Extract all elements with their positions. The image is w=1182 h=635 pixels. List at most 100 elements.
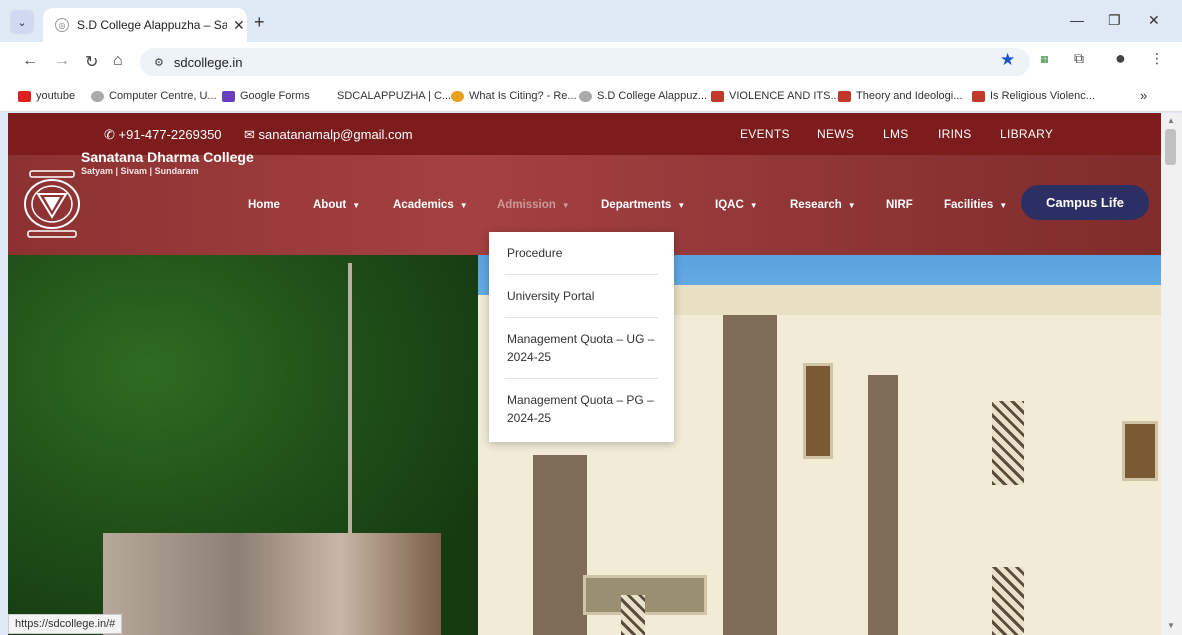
nav-label: IQAC [715, 199, 744, 211]
minimize-icon[interactable]: — [1070, 12, 1084, 28]
window-close-icon[interactable]: ✕ [1148, 12, 1160, 29]
campus-life-button[interactable]: Campus Life [1021, 185, 1149, 220]
nav-about[interactable]: About ▼ [313, 199, 360, 211]
restore-icon[interactable]: ❐ [1108, 12, 1121, 29]
top-link-library[interactable]: LIBRARY [1000, 127, 1053, 141]
nav-academics[interactable]: Academics ▼ [393, 199, 468, 211]
new-tab-plus-icon[interactable]: + [254, 12, 265, 33]
nav-label: Academics [393, 199, 454, 211]
bookmark-item[interactable]: SDCALAPPUZHA | C... [337, 90, 451, 102]
nav-research[interactable]: Research ▼ [790, 199, 856, 211]
scroll-down-arrow-icon[interactable]: ▼ [1167, 621, 1175, 630]
bookmark-item[interactable]: Computer Centre, U... [91, 90, 217, 102]
seal-favicon-icon [91, 90, 104, 102]
event-photo [103, 533, 441, 635]
bookmark-star-icon[interactable]: ★ [1000, 50, 1015, 70]
document-favicon-icon [711, 90, 724, 102]
scroll-up-arrow-icon[interactable]: ▲ [1167, 116, 1175, 125]
nav-facilities[interactable]: Facilities ▼ [944, 199, 1007, 211]
browser-menu-icon[interactable]: ⋮ [1150, 50, 1164, 67]
bookmark-item[interactable]: VIOLENCE AND ITS... [711, 90, 840, 102]
google-forms-icon [222, 90, 235, 102]
extensions-puzzle-icon[interactable]: ⧉ [1074, 50, 1084, 67]
menu-item-management-quota-ug[interactable]: Management Quota – UG – 2024-25 [505, 318, 658, 379]
phone-number: +91-477-2269350 [118, 127, 222, 142]
menu-item-management-quota-pg[interactable]: Management Quota – PG – 2024-25 [505, 379, 658, 439]
building-window [803, 363, 833, 459]
document-favicon-icon [838, 90, 851, 102]
site-info-tune-icon[interactable]: ⚙ [154, 56, 164, 69]
profile-avatar-icon[interactable]: ● [1115, 48, 1126, 69]
bookmark-label: Theory and Ideologi... [856, 90, 963, 102]
page-scrollbar[interactable]: ▲ ▼ [1161, 113, 1182, 635]
nav-label: About [313, 199, 347, 211]
bookmark-item[interactable]: Google Forms [222, 90, 310, 102]
college-name[interactable]: Sanatana Dharma College [81, 149, 254, 165]
bookmark-label: S.D College Alappuz... [597, 90, 708, 102]
nav-label: Facilities [944, 199, 994, 211]
bookmark-label: SDCALAPPUZHA | C... [337, 90, 452, 102]
bookmark-label: Google Forms [240, 90, 310, 102]
college-tagline: Satyam | Sivam | Sundaram [81, 166, 199, 176]
bookmark-item[interactable]: What Is Citing? - Re... [451, 90, 577, 102]
home-icon[interactable]: ⌂ [113, 52, 123, 70]
reload-icon[interactable]: ↻ [85, 52, 98, 72]
caret-down-icon: ▼ [352, 201, 361, 210]
top-link-news[interactable]: NEWS [817, 127, 854, 141]
top-link-lms[interactable]: LMS [883, 127, 909, 141]
mail-icon: ✉ [244, 127, 259, 142]
browser-tab-strip: ⌄ ◎ S.D College Alappuzha – Satyam ✕ + —… [0, 0, 1182, 42]
phone-icon: ✆ [104, 127, 119, 142]
nav-label: Research [790, 199, 842, 211]
lattice-window [992, 401, 1024, 485]
nav-label: Departments [601, 199, 672, 211]
bookmark-item[interactable]: Theory and Ideologi... [838, 90, 962, 102]
back-arrow-icon[interactable]: ← [22, 52, 38, 70]
caret-down-icon: ▼ [749, 201, 758, 210]
email-address: sanatanamalp@gmail.com [258, 127, 413, 142]
email-contact[interactable]: ✉ sanatanamalp@gmail.com [244, 127, 413, 143]
bookmarks-overflow-icon[interactable]: » [1140, 88, 1147, 103]
caret-down-icon: ▼ [677, 201, 686, 210]
bookmark-label: Is Religious Violenc... [990, 90, 1095, 102]
nav-admission[interactable]: Admission ▼ [497, 199, 570, 211]
extension-badge-icon[interactable]: ▦ [1040, 54, 1049, 65]
building-pillar [868, 375, 898, 635]
building-pillar [723, 315, 777, 635]
phone-contact[interactable]: ✆ +91-477-2269350 [104, 127, 222, 143]
caret-down-icon: ▼ [459, 201, 468, 210]
nav-home[interactable]: Home [248, 199, 280, 211]
youtube-icon [18, 90, 31, 102]
tab-close-icon[interactable]: ✕ [233, 17, 245, 34]
admission-dropdown-menu: Procedure University Portal Management Q… [489, 232, 674, 442]
tab-search-chevron-icon[interactable]: ⌄ [10, 10, 34, 34]
bookmark-item[interactable]: Is Religious Violenc... [972, 90, 1095, 102]
address-bar-url: sdcollege.in [173, 54, 243, 70]
browser-tab-active[interactable]: ◎ S.D College Alappuzha – Satyam ✕ [43, 8, 247, 42]
lattice-window [992, 567, 1024, 635]
address-bar[interactable]: ⚙ sdcollege.in [140, 48, 1030, 76]
college-emblem-icon[interactable] [22, 169, 82, 239]
bookmark-item[interactable]: S.D College Alappuz... [579, 90, 707, 102]
menu-item-procedure[interactable]: Procedure [505, 232, 658, 275]
bookmark-item[interactable]: youtube [18, 90, 75, 102]
caret-down-icon: ▼ [999, 201, 1008, 210]
nav-iqac[interactable]: IQAC ▼ [715, 199, 758, 211]
building-window [1122, 421, 1158, 481]
lattice-window [621, 595, 645, 635]
tab-title: S.D College Alappuzha – Satyam [77, 18, 227, 32]
top-link-irins[interactable]: IRINS [938, 127, 972, 141]
link-status-bar: https://sdcollege.in/# [8, 614, 123, 634]
nav-departments[interactable]: Departments ▼ [601, 199, 685, 211]
document-favicon-icon [972, 90, 985, 102]
caret-down-icon: ▼ [847, 201, 856, 210]
nav-nirf[interactable]: NIRF [886, 199, 913, 211]
bookmarks-bar: youtube Computer Centre, U... Google For… [0, 82, 1182, 112]
forward-arrow-icon[interactable]: → [54, 52, 70, 70]
scrollbar-thumb[interactable] [1165, 129, 1176, 165]
menu-item-university-portal[interactable]: University Portal [505, 275, 658, 318]
top-link-events[interactable]: EVENTS [740, 127, 790, 141]
shield-favicon-icon [451, 90, 464, 102]
site-favicon-icon: ◎ [55, 18, 69, 32]
building-window [583, 575, 707, 615]
